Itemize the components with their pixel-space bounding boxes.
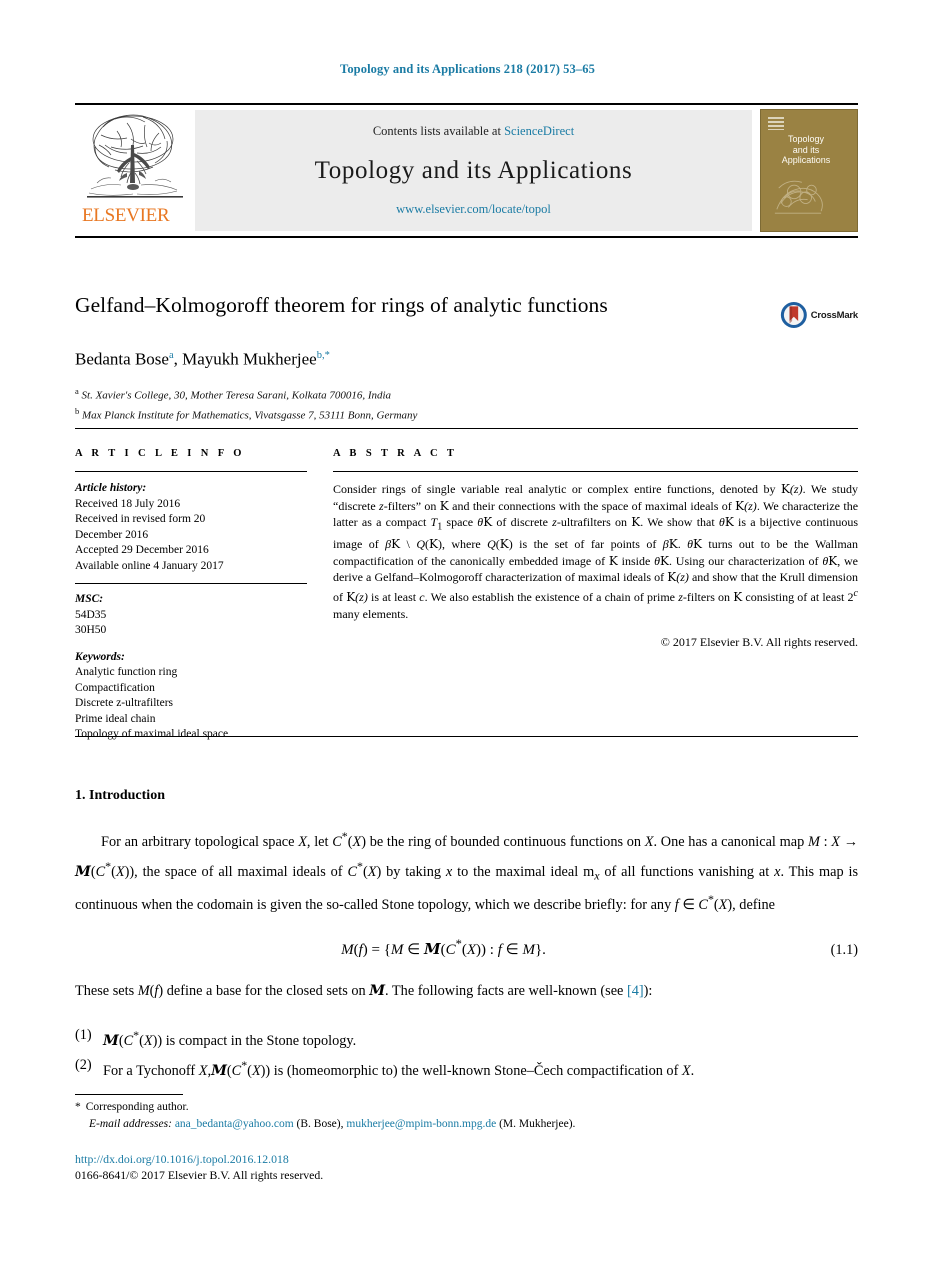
info-abstract-columns: A R T I C L E I N F O Article history: R… [75,448,858,743]
article-history-label: Article history: [75,482,147,494]
sciencedirect-link[interactable]: ScienceDirect [504,124,574,138]
affiliation-list: a St. Xavier's College, 30, Mother Teres… [75,384,858,424]
email-owner-bose: (B. Bose), [296,1118,344,1130]
article-history-lines: Received 18 July 2016 Received in revise… [75,497,307,575]
facts-list: (1) M(C*(X)) is compact in the Stone top… [75,1023,858,1083]
abstract-column: A B S T R A C T Consider rings of single… [333,448,858,743]
affiliation-b: b Max Planck Institute for Mathematics, … [75,404,858,424]
list-item: (1) M(C*(X)) is compact in the Stone top… [75,1023,858,1053]
section-heading-introduction: 1. Introduction [75,788,165,803]
list-item-number: (2) [75,1056,92,1073]
journal-title: Topology and its Applications [314,156,633,184]
email-addresses-note: E-mail addresses: ana_bedanta@yahoo.com … [75,1116,858,1133]
crossmark-badge[interactable]: CrossMark [780,292,858,338]
equation-1-1-body: M(f) = {M ∈ M(C*(X)) : f ∈ M}. [341,937,546,959]
msc-line: 30H50 [75,624,107,636]
keywords-spacer [75,639,307,650]
abstract-copyright: © 2017 Elsevier B.V. All rights reserved… [660,635,858,650]
elsevier-wordmark: ELSEVIER [82,205,170,226]
cover-title-line-2: and its [792,144,820,155]
affiliation-a: a St. Xavier's College, 30, Mother Teres… [75,384,858,404]
intro-paragraph-2: These sets M(f) define a base for the cl… [75,983,653,1000]
abstract-caption: A B S T R A C T [333,448,458,459]
running-head: Topology and its Applications 218 (2017)… [340,62,595,76]
keyword-item: Discrete z-ultrafilters [75,697,174,709]
keyword-item: Prime ideal chain [75,712,156,725]
paper-page: Topology and its Applications 218 (2017)… [0,0,935,1266]
crossmark-label: CrossMark [810,309,859,321]
footnote-separator-rule [75,1094,183,1095]
banner-center-panel: Contents lists available at ScienceDirec… [195,110,752,231]
article-info-column: A R T I C L E I N F O Article history: R… [75,448,307,743]
page-title: Gelfand–Kolmogoroff theorem for rings of… [75,293,608,317]
issn-copyright-line: 0166-8641/© 2017 Elsevier B.V. All right… [75,1168,324,1182]
history-line: Received in revised form 20 [75,513,206,525]
cover-elsevier-mark-icon [768,117,784,130]
keyword-item: Topology of maximal ideal space [75,728,229,740]
cover-title-line-3: Applications [781,155,831,165]
keywords-label: Keywords: [75,650,125,663]
intro-paragraph-1: For an arbitrary topological space X, le… [75,829,859,914]
history-line: Accepted 29 December 2016 [75,544,209,556]
list-item-text: For a Tychonoff X,M(C*(X)) is (homeomorp… [103,1057,695,1079]
history-line: Available online 4 January 2017 [75,559,224,572]
article-info-rule [75,471,307,472]
body-content: 1. Introduction For an arbitrary topolog… [75,788,858,1083]
doi-link[interactable]: http://dx.doi.org/10.1016/j.topol.2016.1… [75,1151,858,1167]
list-item: (2) For a Tychonoff X,M(C*(X)) is (homeo… [75,1053,858,1083]
msc-line: 54D35 [75,608,107,621]
corresponding-author-note: * Corresponding author. [75,1099,858,1116]
cover-title-line-1: Topology [787,134,825,144]
list-item-text: M(C*(X)) is compact in the Stone topolog… [103,1028,357,1049]
history-line: December 2016 [75,528,149,541]
email-link-mukherjee[interactable]: mukherjee@mpim-bonn.mpg.de [346,1118,496,1130]
keyword-item: Compactification [75,681,155,694]
corresponding-author-marker: * [75,1101,81,1113]
contents-prefix-text: Contents lists available at [372,124,505,138]
affiliation-a-text: St. Xavier's College, 30, Mother Teresa … [81,389,392,402]
email-addresses-label: E-mail addresses: [89,1118,172,1130]
title-block: Gelfand–Kolmogoroff theorem for rings of… [75,292,858,424]
crossmark-icon [780,302,807,328]
affiliation-a-marker: a [75,385,79,396]
keyword-item: Analytic function ring [75,666,178,678]
msc-divider-rule [75,583,307,584]
equation-1-1-row: M(f) = {M ∈ M(C*(X)) : f ∈ M}. (1.1) [75,937,858,959]
journal-banner: ELSEVIER Contents lists available at Sci… [75,103,858,238]
article-info-caption: A R T I C L E I N F O [75,448,245,459]
journal-cover-thumbnail: Topology and its Applications [760,109,858,232]
email-link-bose[interactable]: ana_bedanta@yahoo.com [175,1118,294,1130]
history-line: Received 18 July 2016 [75,497,181,510]
msc-label: MSC: [75,593,104,605]
cover-title-text: Topology and its Applications [761,134,851,166]
contents-available-line: Contents lists available at ScienceDirec… [373,124,574,139]
elsevier-tree-icon [87,114,183,198]
cover-artwork-icon [774,180,823,214]
abstract-rule [333,471,858,472]
page-footer: * Corresponding author. E-mail addresses:… [75,1099,858,1183]
equation-1-1-number: (1.1) [830,942,858,959]
affiliation-b-marker: b [75,405,80,416]
email-owner-mukherjee: (M. Mukherjee). [499,1118,576,1130]
elsevier-logo: ELSEVIER [75,105,195,236]
abstract-text: Consider rings of single variable real a… [333,482,859,621]
list-item-number: (1) [75,1027,92,1044]
corresponding-author-text: Corresponding author. [85,1101,189,1113]
journal-url-link[interactable]: www.elsevier.com/locate/topol [396,202,551,217]
info-section-top-rule [75,428,858,429]
affiliation-b-text: Max Planck Institute for Mathematics, Vi… [82,409,418,422]
author-list: Bedanta Bosea, Mayukh Mukherjeeb,* [75,349,330,369]
